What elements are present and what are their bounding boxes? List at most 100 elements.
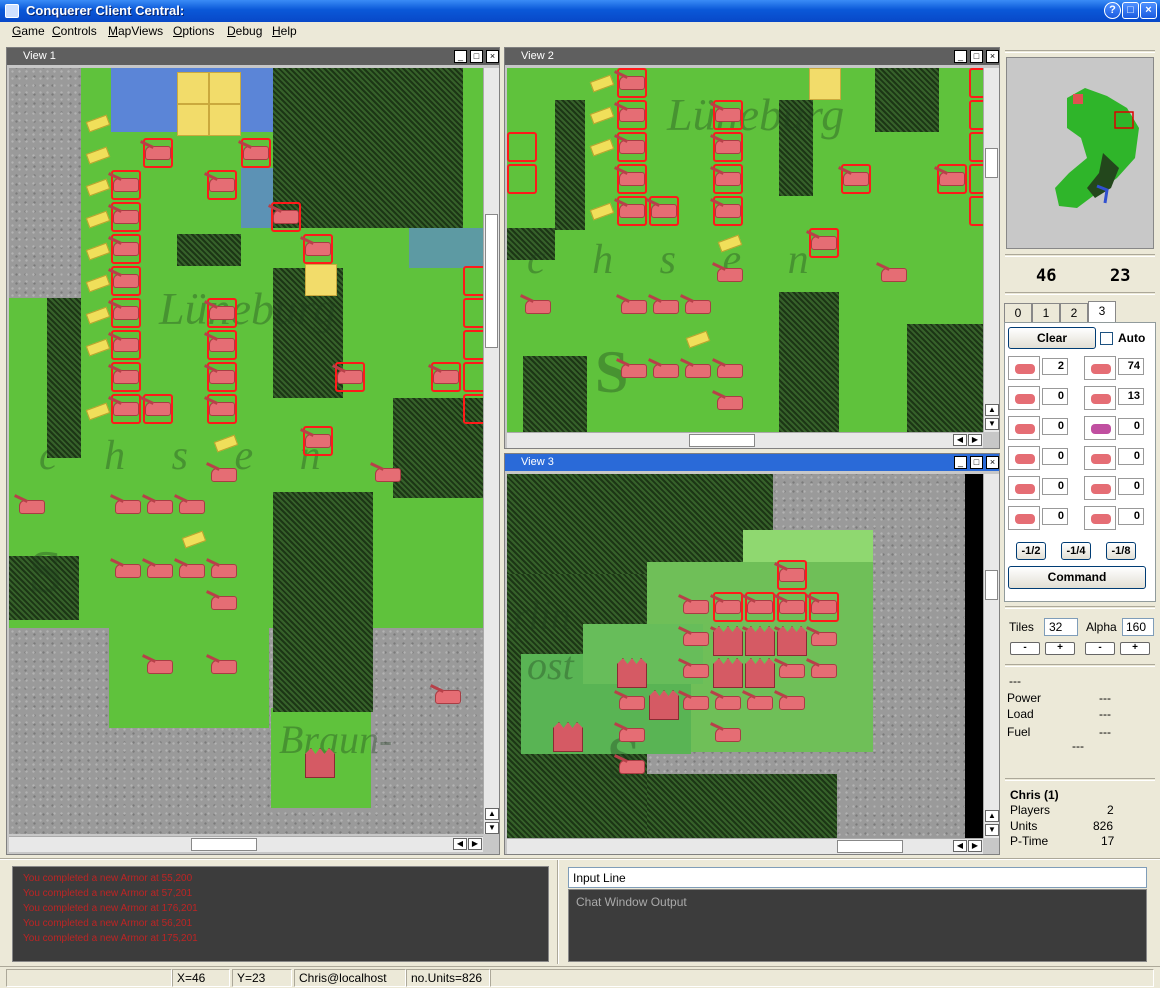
tank-icon[interactable] — [619, 204, 645, 218]
tank-icon[interactable] — [619, 696, 645, 710]
alpha-plus-button[interactable]: + — [1120, 642, 1150, 655]
alpha-field[interactable]: 160 — [1122, 618, 1154, 636]
scroll-thumb[interactable] — [985, 570, 998, 600]
selection-box[interactable] — [969, 196, 983, 226]
clear-button[interactable]: Clear — [1008, 327, 1096, 349]
tank-icon[interactable] — [211, 468, 237, 482]
tank-icon[interactable] — [209, 338, 235, 352]
selection-box[interactable] — [507, 164, 537, 194]
command-button[interactable]: Command — [1008, 566, 1146, 589]
tank-icon[interactable] — [209, 402, 235, 416]
tank-icon[interactable] — [683, 632, 709, 646]
minus-half-button[interactable]: -1/2 — [1016, 542, 1046, 560]
close-button[interactable]: × — [1140, 2, 1157, 19]
tank-icon[interactable] — [619, 760, 645, 774]
minus-eighth-button[interactable]: -1/8 — [1106, 542, 1136, 560]
view-2-map[interactable]: Lüneburg c h s e n S — [507, 68, 983, 432]
tank-icon[interactable] — [211, 596, 237, 610]
tank-icon[interactable] — [651, 204, 677, 218]
tank-icon[interactable] — [179, 564, 205, 578]
tank-icon[interactable] — [113, 178, 139, 192]
scroll-right-arrow[interactable]: ▶ — [468, 838, 482, 850]
tab-3[interactable]: 3 — [1088, 301, 1116, 323]
view-1-horizontal-scrollbar[interactable]: ◀ ▶ — [9, 836, 483, 852]
minus-quarter-button[interactable]: -1/4 — [1061, 542, 1091, 560]
factory-icon[interactable] — [777, 626, 807, 656]
tank-icon[interactable] — [147, 660, 173, 674]
tank-icon[interactable] — [685, 364, 711, 378]
alpha-minus-button[interactable]: - — [1085, 642, 1115, 655]
tank-icon[interactable] — [683, 600, 709, 614]
selection-box[interactable] — [969, 68, 983, 98]
selection-box[interactable] — [969, 164, 983, 194]
fighter-icon[interactable] — [881, 268, 907, 282]
view-2-close-button[interactable]: × — [986, 50, 999, 63]
tank-icon[interactable] — [811, 664, 837, 678]
menu-game[interactable]: Game — [12, 24, 45, 38]
tank-icon[interactable] — [683, 696, 709, 710]
selection-box[interactable] — [969, 100, 983, 130]
view-1-map[interactable]: Lüneburg c h s e n S Braun- — [9, 68, 483, 834]
tank-icon[interactable] — [145, 402, 171, 416]
fighter-icon[interactable] — [939, 172, 965, 186]
tank-icon[interactable] — [209, 306, 235, 320]
menu-controls[interactable]: Controls — [52, 24, 97, 38]
tank-icon[interactable] — [113, 210, 139, 224]
tank-icon[interactable] — [619, 76, 645, 90]
tank-icon[interactable] — [209, 178, 235, 192]
selection-box[interactable] — [463, 362, 483, 392]
fighter-icon[interactable] — [337, 370, 363, 384]
factory-icon[interactable] — [553, 722, 583, 752]
selection-box[interactable] — [463, 298, 483, 328]
view-3-maximize-button[interactable]: □ — [970, 456, 983, 469]
factory-icon[interactable] — [305, 748, 335, 778]
scroll-left-arrow[interactable]: ◀ — [453, 838, 467, 850]
tank-icon[interactable] — [747, 600, 773, 614]
tank-icon[interactable] — [619, 108, 645, 122]
tank-icon[interactable] — [211, 564, 237, 578]
scroll-thumb[interactable] — [485, 214, 498, 348]
tank-icon[interactable] — [113, 338, 139, 352]
tank-icon[interactable] — [811, 236, 837, 250]
artillery-icon[interactable] — [1008, 386, 1040, 410]
factory-icon[interactable] — [745, 626, 775, 656]
tank-icon[interactable] — [683, 664, 709, 678]
tank-icon[interactable] — [811, 632, 837, 646]
tank-icon[interactable] — [653, 300, 679, 314]
carrier-icon[interactable] — [1084, 506, 1116, 530]
minimap[interactable] — [1006, 57, 1154, 249]
tank-icon[interactable] — [113, 306, 139, 320]
tank-icon[interactable] — [209, 370, 235, 384]
selection-box[interactable] — [969, 132, 983, 162]
factory-icon[interactable] — [713, 658, 743, 688]
tank-icon[interactable] — [19, 500, 45, 514]
tank-icon[interactable] — [113, 370, 139, 384]
tank-icon[interactable] — [685, 300, 711, 314]
scroll-thumb[interactable] — [837, 840, 903, 853]
scroll-left-arrow[interactable]: ◀ — [953, 434, 967, 446]
view-3-close-button[interactable]: × — [986, 456, 999, 469]
scroll-thumb[interactable] — [985, 148, 998, 178]
tank-icon[interactable] — [147, 564, 173, 578]
factory-icon[interactable] — [713, 626, 743, 656]
menu-help[interactable]: Help — [272, 24, 297, 38]
view-1-close-button[interactable]: × — [486, 50, 499, 63]
battleship-icon[interactable] — [1084, 476, 1116, 500]
tank-icon[interactable] — [621, 364, 647, 378]
tank-icon[interactable] — [115, 564, 141, 578]
view-1-maximize-button[interactable]: □ — [470, 50, 483, 63]
scroll-left-arrow[interactable]: ◀ — [953, 840, 967, 852]
selection-box[interactable] — [507, 132, 537, 162]
maximize-button[interactable]: □ — [1122, 2, 1139, 19]
tank-icon[interactable] — [113, 274, 139, 288]
tank-icon[interactable] — [717, 364, 743, 378]
tiles-plus-button[interactable]: + — [1045, 642, 1075, 655]
tank-icon[interactable] — [621, 300, 647, 314]
destroyer-icon[interactable] — [1084, 446, 1116, 470]
scroll-right-arrow[interactable]: ▶ — [968, 434, 982, 446]
tank-icon[interactable] — [113, 402, 139, 416]
view-2-horizontal-scrollbar[interactable]: ◀ ▶ — [507, 432, 983, 448]
factory-icon[interactable] — [649, 690, 679, 720]
view-3-minimize-button[interactable]: _ — [954, 456, 967, 469]
help-icon[interactable]: ? — [1104, 2, 1121, 19]
